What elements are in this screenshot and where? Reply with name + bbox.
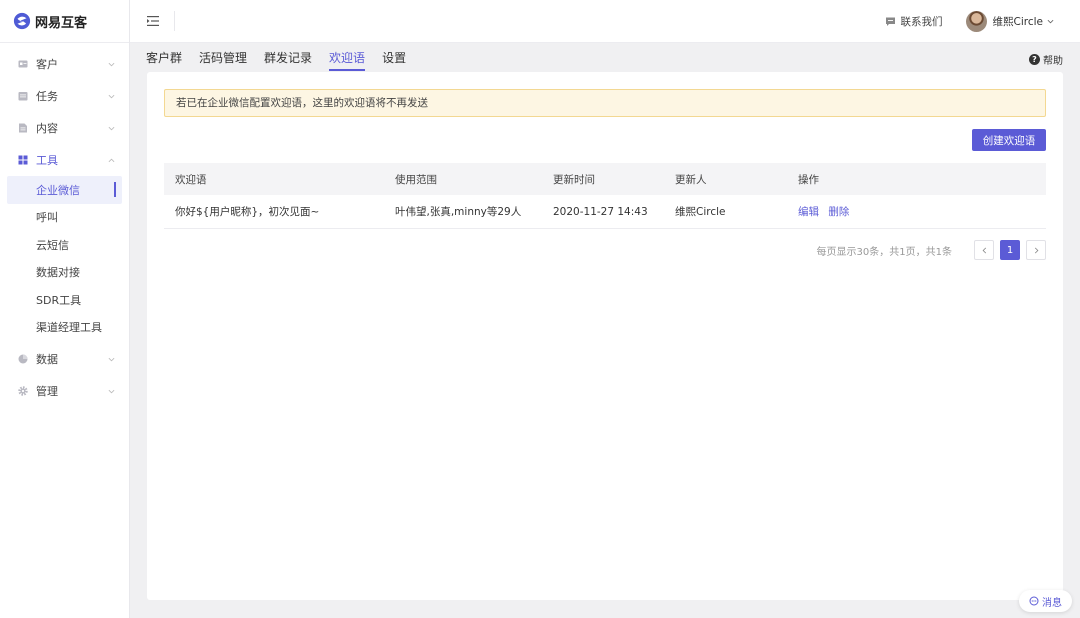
id-card-icon: [18, 60, 28, 68]
chevron-down-icon: [108, 126, 115, 130]
sidebar-subitem-sdr-tools[interactable]: SDR工具: [0, 286, 129, 314]
user-menu[interactable]: 维熙Circle: [965, 10, 1055, 32]
sidebar-item-data[interactable]: 数据: [0, 343, 129, 375]
column-header: 更新时间: [553, 173, 595, 186]
sidebar-item-label: 数据: [36, 353, 58, 366]
sidebar-subitem-wecom[interactable]: 企业微信: [7, 176, 122, 204]
page-button-current[interactable]: 1: [1000, 240, 1020, 260]
help-icon: ?: [1029, 54, 1040, 65]
chevron-down-icon: [108, 62, 115, 66]
tab-bar: 客户群 活码管理 群发记录 欢迎语 设置: [146, 44, 423, 71]
column-header: 更新人: [675, 173, 707, 186]
contact-us-button[interactable]: 联系我们: [885, 14, 943, 29]
column-header: 操作: [798, 173, 819, 186]
updated-by-cell: 维熙Circle: [675, 206, 726, 218]
grid-icon: [18, 155, 28, 165]
sidebar-item-customers[interactable]: 客户: [0, 48, 129, 80]
pie-chart-icon: [18, 354, 28, 364]
edit-link[interactable]: 编辑: [798, 206, 819, 218]
table-header: 欢迎语 使用范围 更新时间 更新人 操作: [164, 163, 1046, 195]
sidebar-subitem-call[interactable]: 呼叫: [0, 204, 129, 232]
logo[interactable]: 网易互客: [0, 0, 129, 43]
avatar: [965, 10, 987, 32]
tab-welcome-message[interactable]: 欢迎语: [329, 49, 366, 71]
tab-live-code[interactable]: 活码管理: [199, 49, 247, 71]
sidebar-item-label: 管理: [36, 385, 58, 398]
user-name: 维熙Circle: [992, 15, 1044, 28]
chevron-down-icon: [1047, 19, 1054, 23]
chevron-left-icon: [982, 247, 986, 253]
prev-page-button[interactable]: [974, 240, 994, 260]
document-icon: [19, 123, 27, 133]
tab-customer-groups[interactable]: 客户群: [146, 49, 182, 71]
greeting-cell: 你好${用户昵称}，初次见面~: [175, 206, 320, 218]
chevron-down-icon: [108, 389, 115, 393]
app-name: 网易互客: [35, 15, 88, 31]
tab-mass-send-records[interactable]: 群发记录: [264, 49, 312, 71]
calendar-icon: [18, 92, 28, 101]
sidebar-subitem-data-integration[interactable]: 数据对接: [0, 259, 129, 287]
pagination-info: 每页显示30条，共1页，共1条: [816, 246, 952, 258]
notice-banner: 若已在企业微信配置欢迎语，这里的欢迎语将不再发送: [164, 89, 1046, 117]
create-welcome-message-button[interactable]: 创建欢迎语: [972, 129, 1046, 151]
welcome-message-table: 欢迎语 使用范围 更新时间 更新人 操作 你好${用户昵称}，初次见面~ 叶伟望…: [164, 163, 1046, 229]
content-card: 若已在企业微信配置欢迎语，这里的欢迎语将不再发送 创建欢迎语 欢迎语 使用范围 …: [147, 72, 1063, 600]
chevron-right-icon: [1034, 247, 1038, 253]
column-header: 欢迎语: [175, 173, 207, 186]
sidebar-item-label: 工具: [36, 154, 58, 167]
top-bar: 联系我们 维熙Circle: [130, 0, 1080, 43]
scope-cell: 叶伟望,张真,minny等29人: [395, 206, 522, 218]
next-page-button[interactable]: [1026, 240, 1046, 260]
divider: [174, 11, 175, 31]
sidebar-item-tasks[interactable]: 任务: [0, 80, 129, 112]
chat-bubble-icon: [885, 17, 895, 26]
help-button[interactable]: ? 帮助: [1029, 52, 1063, 67]
menu-toggle-icon[interactable]: [145, 14, 161, 28]
sidebar-item-label: 客户: [36, 58, 58, 71]
table-row: 你好${用户昵称}，初次见面~ 叶伟望,张真,minny等29人 2020-11…: [164, 195, 1046, 229]
column-header: 使用范围: [395, 173, 437, 186]
logo-icon: [13, 12, 31, 30]
sidebar-item-tools[interactable]: 工具: [0, 144, 129, 176]
delete-link[interactable]: 删除: [828, 206, 849, 218]
message-button[interactable]: 消息: [1019, 590, 1072, 612]
sidebar-item-management[interactable]: 管理: [0, 375, 129, 407]
actions-cell: 编辑 删除: [798, 204, 1046, 219]
updated-at-cell: 2020-11-27 14:43: [553, 205, 648, 218]
tab-settings[interactable]: 设置: [382, 49, 406, 71]
sidebar-subitem-cloud-sms[interactable]: 云短信: [0, 231, 129, 259]
sidebar-subitem-channel-manager-tools[interactable]: 渠道经理工具: [0, 314, 129, 342]
sidebar-item-content[interactable]: 内容: [0, 112, 129, 144]
help-label: 帮助: [1043, 56, 1063, 67]
pagination: 每页显示30条，共1页，共1条 1: [817, 240, 1046, 260]
chevron-down-icon: [108, 94, 115, 98]
sidebar-item-label: 内容: [36, 122, 58, 135]
chevron-down-icon: [108, 357, 115, 361]
message-icon: [1029, 596, 1039, 606]
chevron-up-icon: [108, 158, 115, 162]
sidebar: 网易互客 客户 任务 内容 工具 企业微信 呼叫 云短信 数据对接 SDR工具 …: [0, 0, 130, 618]
gear-icon: [18, 386, 28, 396]
sidebar-item-label: 任务: [36, 90, 58, 103]
message-label: 消息: [1042, 597, 1062, 609]
contact-us-label: 联系我们: [900, 15, 943, 28]
